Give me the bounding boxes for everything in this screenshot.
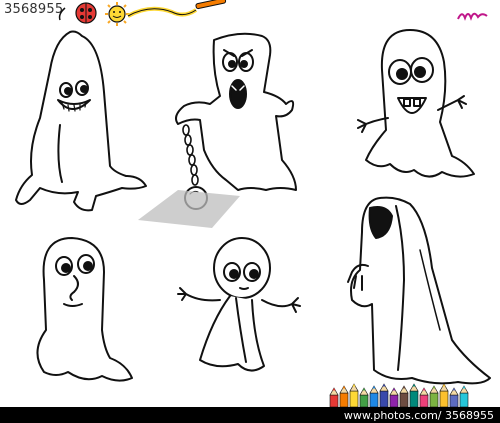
pencil-body [429, 392, 439, 408]
pencil-body [389, 394, 399, 408]
pencil-body [349, 390, 359, 408]
pencil-body [439, 390, 449, 408]
pencil-body [329, 394, 339, 408]
pencil-body [369, 392, 379, 408]
pencil-body [449, 394, 459, 408]
ladybug-sun-paintbrush-icon [58, 0, 227, 26]
colored-pencils-icon [329, 383, 469, 408]
pencil-body [379, 390, 389, 408]
pencil-body [359, 394, 369, 408]
shy-round-ghost [36, 237, 133, 382]
pencil-body [409, 390, 419, 408]
hooded-reaper-ghost [347, 196, 491, 385]
big-eyed-toothy-ghost [357, 29, 475, 178]
pencil-body [419, 394, 429, 408]
pencil-body [339, 392, 349, 408]
decorative-shadow [138, 190, 240, 228]
handwritten-m-icon [457, 12, 488, 21]
pencil-body [459, 392, 469, 408]
screaming-chained-ghost [175, 32, 297, 210]
footer-credit-text: www.photos.com/ 3568955 [343, 409, 494, 422]
waving-alien-ghost [177, 237, 301, 372]
coloring-page-illustration [15, 0, 491, 408]
pencil-body [399, 392, 409, 408]
tall-smiling-ghost [15, 30, 147, 212]
